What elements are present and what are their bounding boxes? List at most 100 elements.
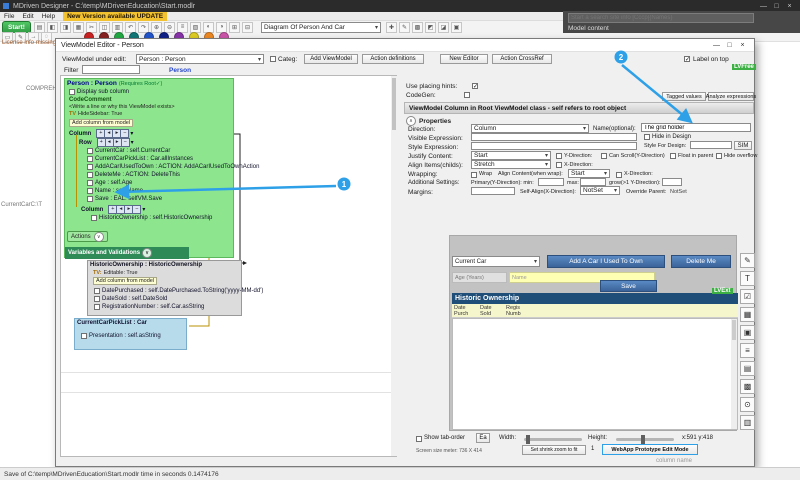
- width-slider-thumb[interactable]: [526, 435, 530, 444]
- item-checkbox[interactable]: [87, 172, 93, 178]
- preview-grid-column-header[interactable]: Regis Numb: [506, 305, 528, 318]
- style-expression-input[interactable]: [471, 142, 637, 150]
- width-slider[interactable]: [524, 438, 582, 441]
- tree-item[interactable]: HistoricOwnership : self.HistoricOwnersh…: [91, 215, 212, 221]
- diagram-selector[interactable]: Diagram Of Person And Car ▾: [261, 22, 381, 33]
- item-checkbox[interactable]: [94, 296, 100, 302]
- preview-grid-column-header[interactable]: Date Purch: [454, 305, 476, 318]
- update-banner[interactable]: New Version available UPDATE: [63, 12, 167, 21]
- x-direction-wrap-checkbox[interactable]: [616, 172, 622, 178]
- label-on-top-checkbox[interactable]: [684, 56, 690, 62]
- paste-icon[interactable]: ▥: [112, 22, 123, 33]
- contrast-icon[interactable]: ◑: [216, 22, 227, 33]
- chevron-down-icon[interactable]: ▾: [130, 130, 133, 137]
- preview-grid-column-header[interactable]: Date Sold: [480, 305, 502, 318]
- variables-validations-expander[interactable]: Variables and Validations ∨: [65, 247, 189, 259]
- add-class-icon[interactable]: ✚: [386, 22, 397, 33]
- copy-icon[interactable]: ◫: [99, 22, 110, 33]
- checkbox-icon[interactable]: ☑: [740, 289, 755, 304]
- item-checkbox[interactable]: [94, 288, 100, 294]
- maximize-button[interactable]: □: [770, 3, 783, 10]
- tree-item[interactable]: CurrentCar : self.CurrentCar: [87, 148, 170, 154]
- name-optional-input[interactable]: [641, 123, 751, 132]
- max-input[interactable]: [580, 178, 606, 186]
- column-node-label[interactable]: Column: [69, 131, 91, 137]
- columns-icon[interactable]: ▥: [740, 415, 755, 430]
- tree-item[interactable]: Save : EAL: selfVM.Save: [87, 196, 162, 202]
- splitter-line[interactable]: [61, 372, 391, 373]
- categ-checkbox[interactable]: [270, 56, 276, 62]
- theme-icon[interactable]: ◐: [203, 22, 214, 33]
- can-scroll-checkbox[interactable]: [601, 153, 607, 159]
- menu-file[interactable]: File: [4, 13, 14, 20]
- preview-delete-me-button[interactable]: Delete Me: [671, 255, 731, 268]
- collapse-properties-icon[interactable]: ∧: [406, 116, 416, 126]
- item-checkbox[interactable]: [94, 304, 100, 310]
- item-checkbox[interactable]: [87, 148, 93, 154]
- codegen-checkbox[interactable]: [464, 92, 470, 98]
- save-all-icon[interactable]: ▦: [73, 22, 84, 33]
- filter-input[interactable]: [82, 65, 140, 74]
- preview-list-scrollbar[interactable]: [731, 319, 737, 429]
- use-placing-hints-checkbox[interactable]: [472, 83, 478, 89]
- show-tab-order-checkbox[interactable]: [416, 436, 422, 442]
- tree-scrollbar[interactable]: [391, 76, 397, 456]
- tree-item[interactable]: Age : self.Age: [87, 180, 132, 186]
- action-crossref-button[interactable]: Action CrossRef: [492, 54, 552, 64]
- primary-min-input[interactable]: [538, 178, 564, 186]
- align-content-select[interactable]: Start▾: [568, 169, 610, 178]
- tree-item[interactable]: RegistrationNumber : self.Car.asString: [94, 304, 204, 310]
- code-comment-label[interactable]: CodeComment: [69, 97, 112, 103]
- splitter-line[interactable]: [61, 392, 391, 393]
- grid-icon[interactable]: ▩: [740, 379, 755, 394]
- add-column-from-model-button[interactable]: Add column from model: [69, 119, 133, 127]
- dialog-minimize-button[interactable]: —: [710, 42, 723, 49]
- list-icon[interactable]: ≡: [177, 22, 188, 33]
- search-input[interactable]: [568, 13, 754, 23]
- dialog-maximize-button[interactable]: □: [723, 42, 736, 49]
- tagged-values-button[interactable]: Tagged values: [662, 92, 706, 101]
- webapp-prototype-button[interactable]: WebApp Prototype Edit Mode: [602, 444, 698, 455]
- grid-icon[interactable]: ▩: [412, 22, 423, 33]
- align-items-select[interactable]: Stretch▾: [471, 160, 551, 169]
- chevron-down-icon[interactable]: ▾: [131, 139, 134, 146]
- analyze-expressions-button[interactable]: Analyze expressions: [708, 92, 754, 101]
- viewmodel-selector[interactable]: Person : Person ▾: [136, 54, 264, 64]
- margins-input[interactable]: [471, 187, 515, 195]
- row-node-controls[interactable]: + ◂ ▸ −: [97, 138, 129, 147]
- list-icon[interactable]: ≡: [740, 343, 755, 358]
- pattern-icon[interactable]: ▧: [190, 22, 201, 33]
- tree-item[interactable]: CurrentCarPickList : Car.allInstances: [87, 156, 193, 162]
- float-in-parent-checkbox[interactable]: [670, 153, 676, 159]
- grow-input[interactable]: [662, 178, 682, 186]
- column-node-controls[interactable]: + ◂ ▸ −: [108, 205, 140, 214]
- remove-cell-button[interactable]: −: [132, 205, 141, 214]
- remove-cell-button[interactable]: −: [120, 129, 129, 138]
- root-viewmodel-box[interactable]: Person : Person (Requires Root✓) Display…: [64, 78, 234, 258]
- table-icon[interactable]: ▦: [740, 307, 755, 322]
- action-definitions-button[interactable]: Action definitions: [362, 54, 424, 64]
- inner-column-node[interactable]: Column + ◂ ▸ − ▾: [81, 205, 145, 214]
- height-slider[interactable]: [616, 438, 674, 441]
- visible-expression-input[interactable]: [471, 133, 637, 141]
- item-checkbox[interactable]: [87, 188, 93, 194]
- text-icon[interactable]: T: [740, 271, 755, 286]
- frame-icon[interactable]: ▣: [451, 22, 462, 33]
- row-node-label[interactable]: Row: [79, 140, 92, 146]
- wrap-checkbox[interactable]: [471, 172, 477, 178]
- column-node-label[interactable]: Column: [81, 207, 103, 213]
- dialog-close-button[interactable]: ×: [736, 42, 749, 49]
- new-editor-button[interactable]: New Editor: [440, 54, 488, 64]
- zoom-in-icon[interactable]: ⊕: [151, 22, 162, 33]
- cut-icon[interactable]: ✂: [86, 22, 97, 33]
- hide-overflow-checkbox[interactable]: [716, 153, 722, 159]
- add-viewmodel-button[interactable]: Add ViewModel: [304, 54, 358, 64]
- rows-icon[interactable]: ▤: [740, 361, 755, 376]
- menu-edit[interactable]: Edit: [22, 13, 33, 20]
- tree-item[interactable]: AddACarIUsedToOwn : ACTION: AddACarIUsed…: [87, 164, 259, 170]
- shade2-icon[interactable]: ◪: [438, 22, 449, 33]
- preview-grid-list[interactable]: [452, 318, 738, 430]
- preview-age-field[interactable]: Age (Years): [452, 272, 507, 283]
- tree-item[interactable]: Name : self.Name: [87, 188, 143, 194]
- display-sub-column-checkbox[interactable]: [69, 89, 75, 95]
